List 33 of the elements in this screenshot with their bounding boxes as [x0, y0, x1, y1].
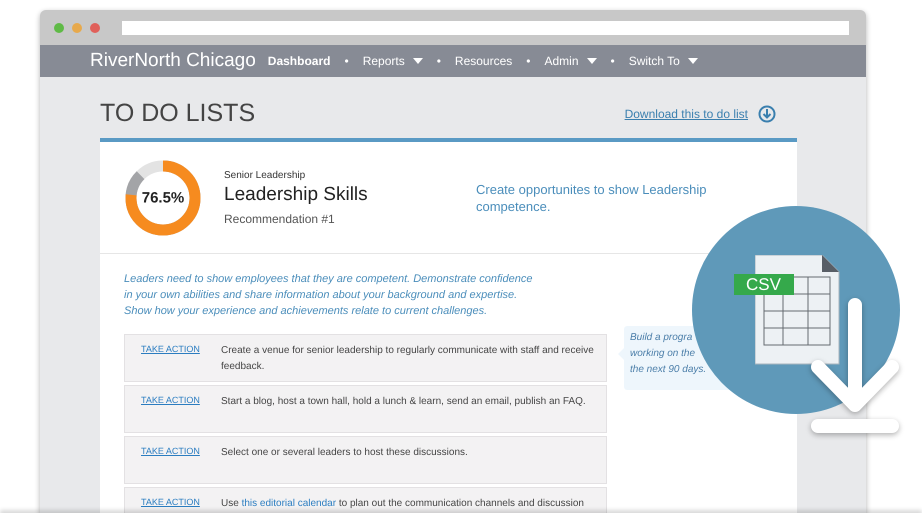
action-text: Select one or several leaders to host these discussions. — [221, 446, 469, 460]
nav-separator-dot: • — [344, 53, 349, 70]
brand-name: RiverNorth Chicago — [90, 48, 256, 73]
take-action-link[interactable]: TAKE ACTION — [141, 445, 221, 483]
csv-label: CSV — [734, 274, 794, 295]
nav-link[interactable]: Dashboard — [268, 52, 330, 70]
tip-text: Build a progra — [630, 331, 692, 345]
tip-text: the next 90 days. — [630, 363, 706, 377]
take-action-link[interactable]: TAKE ACTION — [141, 394, 221, 432]
download-link[interactable]: Download this to do list — [624, 104, 776, 122]
intro-text: Leaders need to show employees that they are competent. Demonstrate confidence in your own abilities and share information about your background and expertise. Show how your experience and achievements relate to current challenges. — [124, 272, 534, 319]
recommendation-title: Leadership Skills — [224, 182, 369, 206]
nav-separator-dot: • — [526, 53, 530, 70]
nav-link[interactable]: Switch To — [628, 52, 698, 70]
take-action-link[interactable]: TAKE ACTION — [141, 496, 221, 515]
editorial-calendar-link[interactable]: this editorial calendar — [242, 498, 336, 509]
nav-link[interactable]: Admin — [544, 52, 596, 70]
action-text: Start a blog, host a town hall, hold a lunch & learn, send an email, publish an FAQ. — [221, 395, 587, 409]
goal-text: Create opportunites to show Leadership competence. — [476, 181, 708, 215]
action-text: Use this editorial calendar to plan out the communication channels and discussion — [221, 497, 585, 511]
recommendation-number: Recommendation #1 — [224, 211, 336, 228]
take-action-link[interactable]: TAKE ACTION — [141, 343, 221, 381]
action-text: Create a venue for senior leadership to regularly communicate with staff and receive feedback. — [221, 344, 595, 374]
progress-percent: 76.5% — [142, 190, 184, 206]
page-title: TO DO LISTS — [100, 101, 256, 126]
nav-separator-dot: • — [436, 53, 441, 70]
download-icon — [758, 104, 776, 122]
category-label: Senior Leadership — [224, 168, 306, 183]
tip-text: working on the — [630, 347, 696, 361]
nav-separator-dot: • — [610, 53, 615, 70]
address-bar[interactable] — [122, 20, 849, 34]
nav-link[interactable]: Resources — [454, 52, 512, 70]
nav-link[interactable]: Reports — [362, 52, 423, 70]
